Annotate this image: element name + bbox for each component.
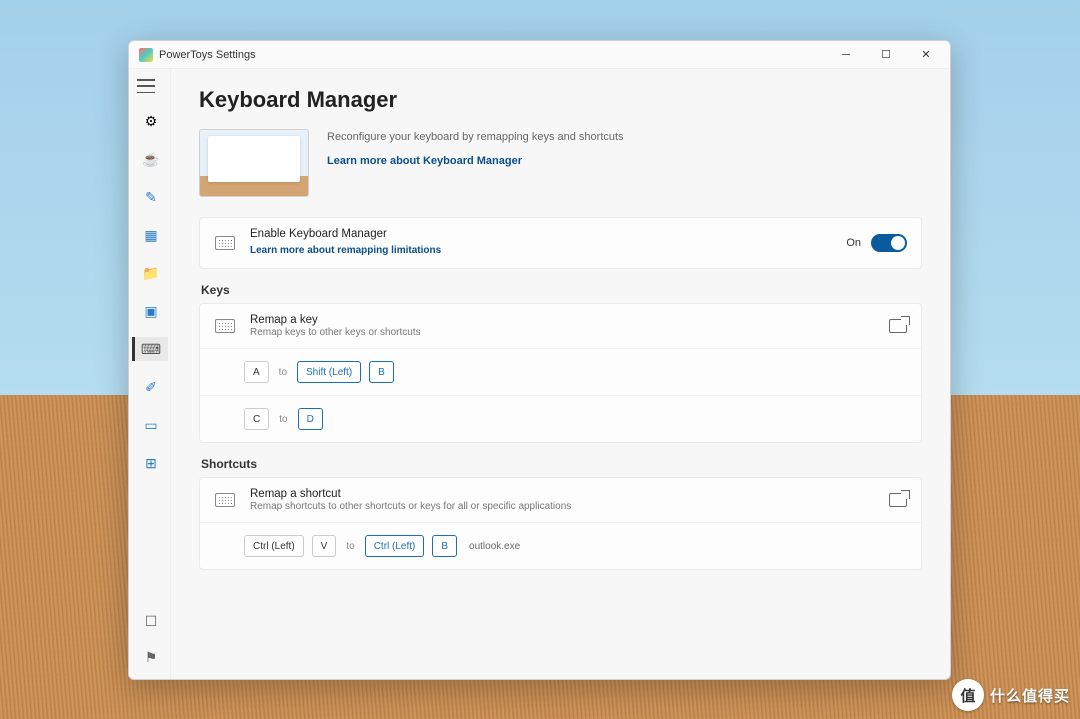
key-chip: V bbox=[312, 535, 337, 557]
remap-shortcut-title: Remap a shortcut bbox=[250, 488, 875, 500]
open-remap-shortcut-button[interactable] bbox=[889, 493, 907, 507]
sidebar-item-awake[interactable]: ☕ bbox=[132, 147, 168, 171]
key-chip: C bbox=[244, 408, 269, 430]
mug-icon: ☕ bbox=[142, 151, 159, 168]
hamburger-menu-button[interactable] bbox=[137, 79, 155, 93]
gift-icon: ☐ bbox=[145, 613, 158, 630]
to-label: to bbox=[279, 414, 287, 425]
enable-toggle[interactable] bbox=[871, 234, 907, 252]
flag-icon: ⚑ bbox=[145, 649, 158, 666]
sidebar-item-run[interactable]: ▭ bbox=[132, 413, 168, 437]
keyboard-icon: ⌨ bbox=[141, 341, 161, 358]
keys-section-label: Keys bbox=[201, 283, 922, 297]
remapping-limitations-link[interactable]: Learn more about remapping limitations bbox=[250, 245, 441, 256]
hero-thumbnail bbox=[199, 129, 309, 197]
sidebar-item-general[interactable]: ⚙ bbox=[132, 109, 168, 133]
app-window: PowerToys Settings ─ ☐ ✕ ⚙ ☕ ✎ ▦ 📁 ▣ ⌨ ✐… bbox=[128, 40, 951, 680]
remap-key-subtitle: Remap keys to other keys or shortcuts bbox=[250, 327, 875, 338]
key-chip: B bbox=[369, 361, 394, 383]
sidebar-item-oobe[interactable]: ☐ bbox=[132, 609, 168, 633]
mapping-app-label: outlook.exe bbox=[469, 541, 520, 552]
shortcuts-section-label: Shortcuts bbox=[201, 457, 922, 471]
keyboard-icon bbox=[214, 318, 236, 334]
maximize-button[interactable]: ☐ bbox=[866, 41, 906, 69]
sidebar-item-imageresizer[interactable]: ▣ bbox=[132, 299, 168, 323]
learn-more-link[interactable]: Learn more about Keyboard Manager bbox=[327, 155, 522, 167]
sidebar-item-colorpicker[interactable]: ✎ bbox=[132, 185, 168, 209]
sidebar-item-powerrename[interactable]: ✐ bbox=[132, 375, 168, 399]
open-remap-key-button[interactable] bbox=[889, 319, 907, 333]
key-chip: A bbox=[244, 361, 269, 383]
window-title: PowerToys Settings bbox=[159, 49, 826, 61]
guide-icon: ⊞ bbox=[145, 455, 157, 472]
keyboard-icon bbox=[214, 235, 236, 251]
eyedropper-icon: ✎ bbox=[145, 189, 157, 206]
remap-key-card: Remap a key Remap keys to other keys or … bbox=[199, 303, 922, 443]
folder-icon: 📁 bbox=[142, 265, 159, 282]
titlebar: PowerToys Settings ─ ☐ ✕ bbox=[129, 41, 950, 69]
watermark: 值 什么值得买 bbox=[952, 679, 1070, 711]
sidebar-item-keyboardmanager[interactable]: ⌨ bbox=[132, 337, 168, 361]
sidebar: ⚙ ☕ ✎ ▦ 📁 ▣ ⌨ ✐ ▭ ⊞ ☐ ⚑ bbox=[129, 69, 171, 679]
content-area: Keyboard Manager Reconfigure your keyboa… bbox=[171, 69, 950, 679]
watermark-text: 什么值得买 bbox=[990, 685, 1070, 706]
sidebar-item-fileexplorer[interactable]: 📁 bbox=[132, 261, 168, 285]
key-mapping-row: A to Shift (Left) B bbox=[200, 348, 921, 395]
hero-description: Reconfigure your keyboard by remapping k… bbox=[327, 131, 922, 143]
toggle-state-label: On bbox=[846, 237, 861, 249]
run-icon: ▭ bbox=[144, 417, 157, 434]
settings-icon: ⚙ bbox=[145, 113, 158, 130]
enable-title: Enable Keyboard Manager bbox=[250, 228, 832, 240]
sidebar-item-flyout[interactable]: ⚑ bbox=[132, 645, 168, 669]
key-chip: Shift (Left) bbox=[297, 361, 361, 383]
key-chip: B bbox=[432, 535, 457, 557]
to-label: to bbox=[346, 541, 354, 552]
key-chip: D bbox=[298, 408, 323, 430]
minimize-button[interactable]: ─ bbox=[826, 41, 866, 69]
rename-icon: ✐ bbox=[145, 379, 157, 396]
enable-card: Enable Keyboard Manager Learn more about… bbox=[199, 217, 922, 269]
remap-key-title: Remap a key bbox=[250, 314, 875, 326]
key-chip: Ctrl (Left) bbox=[244, 535, 304, 557]
sidebar-item-fancyzones[interactable]: ▦ bbox=[132, 223, 168, 247]
hero-section: Reconfigure your keyboard by remapping k… bbox=[199, 129, 922, 197]
app-icon bbox=[139, 48, 153, 62]
close-button[interactable]: ✕ bbox=[906, 41, 946, 69]
watermark-badge: 值 bbox=[952, 679, 984, 711]
to-label: to bbox=[279, 367, 287, 378]
page-title: Keyboard Manager bbox=[199, 87, 922, 113]
image-icon: ▣ bbox=[144, 303, 157, 320]
sidebar-item-shortcutguide[interactable]: ⊞ bbox=[132, 451, 168, 475]
shortcut-mapping-row: Ctrl (Left) V to Ctrl (Left) B outlook.e… bbox=[200, 522, 921, 569]
remap-shortcut-subtitle: Remap shortcuts to other shortcuts or ke… bbox=[250, 501, 875, 512]
key-mapping-row: C to D bbox=[200, 395, 921, 442]
zones-icon: ▦ bbox=[144, 227, 157, 244]
keyboard-icon bbox=[214, 492, 236, 508]
remap-shortcut-card: Remap a shortcut Remap shortcuts to othe… bbox=[199, 477, 922, 570]
key-chip: Ctrl (Left) bbox=[365, 535, 425, 557]
